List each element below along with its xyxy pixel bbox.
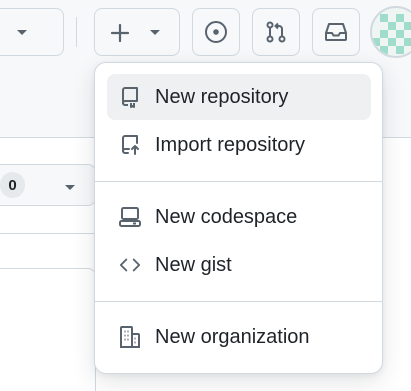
copilot-button[interactable]	[0, 8, 64, 56]
user-avatar[interactable]	[370, 6, 411, 58]
menu-item-label: New organization	[155, 326, 310, 348]
code-icon	[119, 254, 141, 276]
menu-item-label: New codespace	[155, 206, 298, 228]
menu-divider	[95, 301, 382, 302]
codespaces-icon	[119, 206, 141, 228]
issues-button[interactable]	[192, 8, 240, 56]
create-new-menu: New repository Import repository New cod…	[94, 62, 383, 374]
menu-item-new-codespace[interactable]: New codespace	[107, 194, 371, 240]
inbox-icon	[323, 20, 349, 44]
header-divider	[76, 17, 77, 47]
repo-icon	[119, 86, 141, 108]
issue-opened-icon	[204, 20, 228, 44]
menu-item-new-gist[interactable]: New gist	[107, 242, 371, 288]
menu-item-label: New gist	[155, 254, 232, 276]
content-divider	[0, 233, 96, 234]
organization-icon	[119, 326, 141, 348]
pull-requests-button[interactable]	[252, 8, 300, 56]
chevron-down-icon	[148, 28, 162, 38]
plus-icon	[109, 22, 131, 44]
menu-item-import-repository[interactable]: Import repository	[107, 122, 371, 168]
content-panel	[0, 268, 96, 391]
counter-badge: 0	[0, 172, 25, 198]
chevron-down-icon	[15, 28, 29, 38]
menu-item-new-organization[interactable]: New organization	[107, 314, 371, 360]
chevron-down-icon[interactable]	[63, 180, 77, 198]
repo-push-icon	[119, 134, 141, 156]
menu-item-new-repository[interactable]: New repository	[107, 74, 371, 120]
menu-item-label: New repository	[155, 86, 289, 108]
git-pull-request-icon	[264, 20, 288, 44]
copilot-icon	[0, 23, 13, 43]
inbox-button[interactable]	[312, 8, 360, 56]
menu-divider	[95, 181, 382, 182]
create-new-button[interactable]	[94, 8, 180, 56]
menu-item-label: Import repository	[155, 134, 306, 156]
